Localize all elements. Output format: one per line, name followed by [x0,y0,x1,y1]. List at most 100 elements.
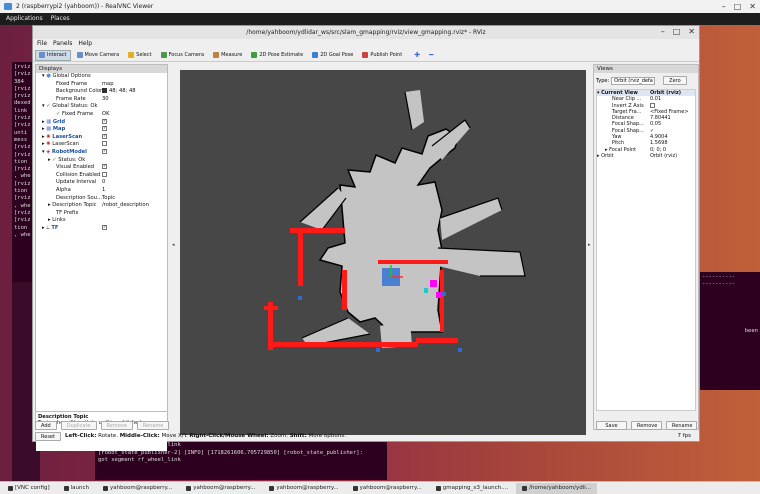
pose-estimate-icon [251,52,258,58]
view-label: Focal Shap... [612,127,644,134]
display-row-key: Description Sou... [56,195,102,203]
remove-button[interactable]: Remove [100,421,133,430]
close-icon[interactable]: ✕ [749,1,756,12]
rviz-close-icon[interactable]: ✕ [688,26,695,37]
display-row-value: /robot_description [102,202,149,210]
display-row[interactable]: Background Color 48; 48; 48 [36,88,167,96]
display-row[interactable]: Description Sou... Topic [36,195,167,203]
checkbox-unchecked[interactable] [650,102,655,108]
views-rename-button[interactable]: Rename [666,421,697,430]
collapse-left-icon[interactable]: ◂ [172,242,175,248]
display-row-key: ▸ Links [48,217,66,225]
taskbar-label: yahboom@raspberry... [359,485,422,491]
display-row[interactable]: Visual Enabled ✓ [36,164,167,172]
minimize-icon[interactable]: – [722,1,726,12]
display-row[interactable]: ▸ ✺ LaserScan ✓ [36,133,167,142]
laser-scan-segment [342,270,347,310]
display-row[interactable]: Frame Rate 30 [36,96,167,104]
display-label: Global Options [52,73,91,79]
hint-part: Left-Click: [64,433,97,439]
display-row[interactable]: ▸ ▩ Map ✓ [36,126,167,134]
reset-button[interactable]: Reset [35,431,61,441]
save-button[interactable]: Save [596,421,627,430]
display-row[interactable]: TF Prefix [36,210,167,218]
applications-menu[interactable]: Applications [6,15,43,22]
display-row[interactable]: ▸ Description Topic/robot_description [36,202,167,210]
add-button[interactable]: Add [35,421,57,430]
tool-select[interactable]: Select [125,50,154,61]
menu-help[interactable]: Help [78,39,92,49]
display-row[interactable]: Update Interval 0 [36,179,167,187]
places-menu[interactable]: Places [51,15,70,22]
checkbox-checked[interactable]: ✓ [102,126,107,132]
zero-button[interactable]: Zero [663,76,687,85]
display-row[interactable]: ▾ ● Global Options [36,73,167,81]
display-row-key: ▾ ● Global Options [42,73,91,81]
checkbox-checked[interactable]: ✓ [102,164,107,170]
tool-measure[interactable]: Measure [210,50,245,61]
menu-panels[interactable]: Panels [53,39,72,49]
plus-icon[interactable]: ✚ [414,51,420,59]
terminal-dashes: ---------- [702,274,736,280]
taskbar-item[interactable]: yahboom@raspberry... [263,483,344,494]
taskbar-item[interactable]: yahboom@raspberry... [347,483,428,494]
checkbox-checked[interactable]: ✓ [102,133,107,139]
display-row[interactable]: ▸ Links [36,217,167,225]
window-icon [522,485,528,491]
display-row[interactable]: Alpha 1 [36,187,167,195]
taskbar-item[interactable]: yahboom@raspberry... [97,483,178,494]
view-row[interactable]: ▸ Orbit Orbit (rviz) [597,153,695,159]
tool-interact[interactable]: Interact [35,49,71,61]
maximize-icon[interactable]: □ [734,1,742,12]
views-remove-button[interactable]: Remove [631,421,662,430]
taskbar-item[interactable]: /home/yahboom/ydli... [516,482,598,494]
view-row-value: Orbit (rviz) [650,153,677,159]
checkbox-checked[interactable]: ✓ [102,148,107,154]
display-label: Fixed Frame [56,80,88,87]
rename-button[interactable]: Rename [136,421,170,430]
rviz-maximize-icon[interactable]: □ [673,26,681,37]
checkbox-unchecked[interactable] [102,141,107,147]
display-row[interactable]: Collision Enabled [36,171,167,180]
display-row[interactable]: ▸ ✓ Status: Ok [36,157,167,165]
display-row-key: ▸ ✺ LaserScan [42,141,79,149]
duplicate-button[interactable]: Duplicate [60,421,97,430]
display-row[interactable]: ▸ ✺ LaserScan [36,141,167,149]
display-row[interactable]: ▸ ▦ Grid ✓ [36,118,167,127]
checkbox-unchecked[interactable] [102,171,107,177]
view-type-select[interactable]: Orbit (rviz_defa [611,76,656,85]
color-swatch[interactable] [102,88,107,94]
taskbar-item[interactable]: yahboom@raspberry... [180,483,261,494]
rviz-minimize-icon[interactable]: – [661,26,665,37]
collapse-right-icon[interactable]: ▸ [588,242,591,248]
window-icon [186,485,192,491]
checkbox-checked[interactable]: ✓ [102,118,107,124]
taskbar-item[interactable]: gmapping_x3_launch.... [430,483,514,494]
view-label: Yaw [612,134,622,141]
tool-focus-camera[interactable]: Focus Camera [158,50,208,61]
display-row-key: ▸ ✺ LaserScan [42,134,82,142]
minus-icon[interactable]: ━ [429,51,433,59]
menu-file[interactable]: File [37,39,47,49]
tool-move-camera[interactable]: Move Camera [74,50,123,61]
display-row-value: ✓ [102,126,107,134]
tool-2d-pose-estimate[interactable]: 2D Pose Estimate [248,50,306,61]
laser-scan-segment [264,306,278,310]
tool-2d-goal-pose[interactable]: 2D Goal Pose [309,50,356,61]
taskbar-item[interactable]: [VNC config] [2,483,56,494]
scan-marker [442,292,446,296]
3d-viewport[interactable] [180,70,586,435]
displays-panel: Displays ▾ ● Global Options Fixed Frame ma… [35,64,168,451]
display-row[interactable]: ▾ ✓ Global Status: Ok [36,103,167,111]
display-row[interactable]: ✓ Fixed Frame OK [36,111,167,119]
display-row[interactable]: ▸ ⟂ TF ✓ [36,224,167,233]
displays-header: Displays [36,65,167,73]
checkbox-checked[interactable]: ✓ [102,224,107,230]
taskbar-item[interactable]: launch [58,483,95,494]
value-text: 30 [102,95,109,102]
view-label: Target Fra... [612,108,642,115]
display-row[interactable]: ▾ ◈ RobotModel ✓ [36,148,167,157]
display-row[interactable]: Fixed Frame map [36,81,167,89]
tool-publish-point[interactable]: Publish Point [359,50,405,61]
display-row-value: 30 [102,96,109,104]
